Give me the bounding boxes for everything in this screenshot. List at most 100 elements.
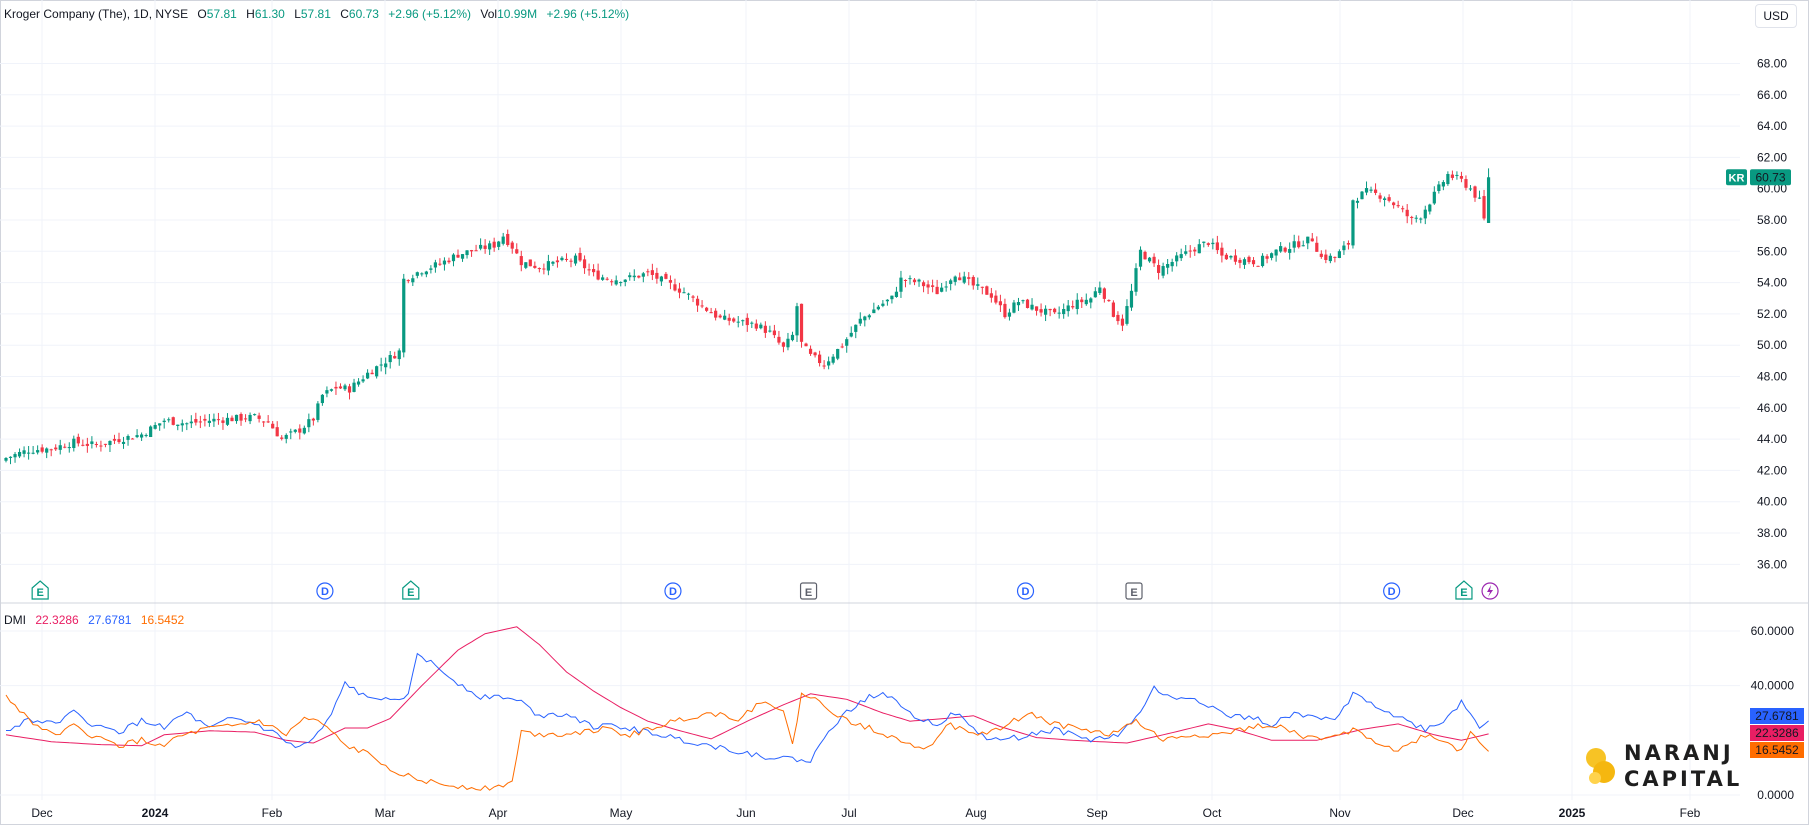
candle-body (411, 278, 415, 283)
candle-body (1125, 306, 1129, 324)
candle-body (569, 260, 573, 262)
candle-body (112, 438, 117, 441)
candle-body (465, 250, 469, 256)
brand-mark-icon (1586, 748, 1615, 784)
candle-body (1450, 174, 1454, 178)
candle-body (243, 418, 248, 420)
plus-di-value: 27.6781 (88, 613, 132, 627)
candle-body (361, 379, 365, 382)
candle-body (384, 363, 388, 368)
candle-body (27, 452, 31, 454)
volume-label: Vol (480, 7, 498, 21)
candle-body (284, 434, 288, 439)
candle-body (126, 435, 130, 440)
candle-body (872, 309, 876, 314)
candle-body (1211, 242, 1215, 245)
price-tick-label: 54.00 (1757, 276, 1787, 290)
candle-body (709, 312, 713, 314)
candle-body (180, 423, 184, 426)
time-tick-label: Feb (1680, 806, 1701, 820)
candle-body (293, 429, 297, 432)
price-tick-label: 68.00 (1757, 56, 1787, 70)
candle-body (985, 286, 989, 295)
candle-body (1464, 179, 1468, 188)
candle-body (601, 277, 605, 280)
candle-body (628, 275, 632, 278)
candle-body (393, 356, 397, 359)
candle-body (921, 282, 926, 287)
candle-body (488, 243, 492, 250)
candle-body (962, 276, 966, 283)
candle-body (632, 275, 636, 278)
symbol-title[interactable]: Kroger Company (The), 1D, NYSE (4, 7, 188, 21)
candle-body (167, 419, 171, 421)
candle-body (22, 450, 26, 454)
candle-body (1401, 208, 1405, 210)
earnings-marker-label: E (407, 587, 414, 599)
candle-body (1220, 247, 1224, 256)
candle-body (623, 279, 627, 282)
candle-body (691, 296, 695, 298)
event-markers[interactable]: EDEDEDEDE (31, 580, 1499, 600)
candle-body (655, 272, 659, 279)
candle-body (121, 441, 126, 444)
candle-body (203, 418, 207, 421)
candle-body (1270, 253, 1274, 258)
candle-body (198, 421, 202, 423)
candle-body (402, 278, 406, 353)
candle-body (808, 348, 813, 354)
candle-body (555, 260, 560, 263)
currency-button[interactable]: USD (1755, 4, 1797, 28)
price-tick-label: 50.00 (1757, 338, 1787, 352)
candle-body (673, 284, 677, 291)
candle-body (1120, 318, 1125, 326)
candle-body (1265, 256, 1269, 259)
candle-body (140, 434, 144, 438)
candle-body (831, 356, 835, 363)
low-value: 57.81 (300, 7, 331, 21)
candle-body (17, 451, 22, 457)
candle-body (1378, 195, 1382, 199)
candle-body (881, 303, 885, 306)
candle-body (1147, 257, 1152, 262)
candle-body (442, 260, 447, 265)
candle-body (1346, 243, 1351, 245)
time-tick-label: Jul (841, 806, 856, 820)
dmi-title[interactable]: DMI (4, 613, 26, 627)
candle-body (894, 291, 899, 297)
earnings-marker-label: E (805, 587, 812, 599)
candle-body (1224, 254, 1228, 260)
candle-body (234, 414, 239, 422)
candle-body (980, 286, 984, 288)
candle-body (1229, 256, 1233, 258)
candle-body (1441, 182, 1445, 187)
time-tick-label: Aug (965, 806, 986, 820)
candle-body (185, 423, 189, 425)
candle-body (953, 276, 957, 282)
candle-body (510, 242, 514, 249)
candle-body (1414, 217, 1418, 219)
candle-body (1342, 245, 1346, 251)
candle-body (1039, 309, 1043, 313)
candle-body (1242, 259, 1247, 265)
candle-body (885, 299, 889, 302)
candle-body (515, 249, 519, 254)
chart-canvas[interactable]: 68.0066.0064.0062.0060.0058.0056.0054.00… (0, 0, 1809, 825)
candle-body (1161, 266, 1165, 276)
volume-value: 10.99M (497, 7, 538, 21)
candle-body (40, 447, 44, 452)
candle-body (1477, 197, 1482, 199)
last-price-label: 60.73 (1755, 170, 1785, 184)
candle-body (1369, 189, 1373, 191)
brand-line-1: NARANJ (1624, 741, 1734, 765)
candle-body (1247, 256, 1251, 263)
candle-body (596, 270, 600, 280)
candle-body (682, 292, 686, 294)
candle-body (1188, 250, 1192, 252)
candle-body (375, 366, 379, 377)
candle-body (845, 339, 849, 346)
candle-body (54, 447, 58, 450)
candle-body (949, 280, 953, 284)
dmi-tick-label: 60.0000 (1751, 624, 1795, 638)
candle-body (1297, 241, 1301, 248)
